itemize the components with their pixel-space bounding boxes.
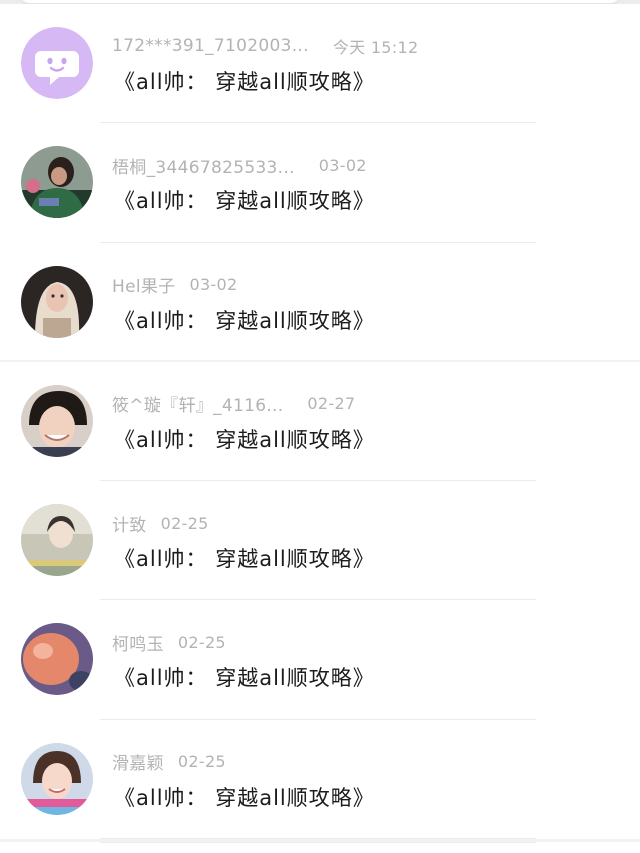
avatar[interactable] [21,384,93,457]
avatar[interactable] [21,27,93,99]
list-bottom-edge [0,842,640,853]
sender-name: 计致 [112,515,147,536]
message-meta: 滑嘉颖 02-25 [112,750,226,774]
message-time: 03-02 [318,155,367,175]
message-row[interactable]: 172***391_7102003... 今天 15:12 《all帅： 穿越a… [0,4,640,124]
message-meta: 梧桐_34467825533... 03-02 [112,153,367,178]
avatar[interactable] [21,146,93,219]
message-row[interactable]: 滑嘉颖 02-25 《all帅： 穿越all顺攻略》 [0,719,640,840]
sender-name: 梧桐_34467825533... [112,157,295,178]
message-row[interactable]: 柯鸣玉 02-25 《all帅： 穿越all顺攻略》 [0,600,640,720]
user-photo [21,384,93,457]
message-preview: 《all帅： 穿越all顺攻略》 [114,70,375,94]
row-divider [100,842,536,843]
avatar[interactable] [21,623,93,696]
sender-name: 172***391_7102003... [112,36,309,56]
message-preview: 《all帅： 穿越all顺攻略》 [114,547,375,572]
message-time: 02-27 [307,394,356,414]
message-preview: 《all帅： 穿越all顺攻略》 [114,666,375,691]
avatar[interactable] [21,265,93,338]
sender-name: 滑嘉颖 [112,754,164,775]
message-meta: 172***391_7102003... 今天 15:12 [112,34,418,58]
row-divider [100,838,536,840]
user-photo [21,265,93,338]
message-time: 今天 15:12 [332,38,419,57]
message-time: 02-25 [177,752,226,772]
user-photo [21,504,93,577]
message-time: 02-25 [160,513,209,533]
message-meta: 柯鸣玉 02-25 [112,630,226,655]
avatar[interactable] [21,504,93,577]
avatar[interactable] [21,742,93,815]
message-preview: 《all帅： 穿越all顺攻略》 [114,308,375,333]
message-meta: Hel果子 03-02 [112,273,237,297]
chat-bubble-face-icon [21,27,93,99]
user-photo [21,623,93,696]
user-photo [21,742,93,815]
message-preview: 《all帅： 穿越all顺攻略》 [114,427,375,452]
message-meta: 筱^璇『轩』_4116... 02-27 [112,392,355,416]
sender-name: 柯鸣玉 [112,634,164,655]
message-preview: 《all帅： 穿越all顺攻略》 [114,189,375,214]
message-row[interactable]: Hel果子 03-02 《all帅： 穿越all顺攻略》 [0,242,640,362]
message-preview: 《all帅： 穿越all顺攻略》 [114,785,375,810]
sender-name: 筱^璇『轩』_4116... [112,396,284,417]
message-time: 03-02 [189,275,238,295]
sender-name: Hel果子 [112,277,176,298]
message-list: 172***391_7102003... 今天 15:12 《all帅： 穿越a… [0,4,640,840]
user-photo [21,146,93,219]
message-row[interactable]: 计致 02-25 《all帅： 穿越all顺攻略》 [0,481,640,601]
message-time: 02-25 [177,632,226,652]
search-bar-edge [18,0,622,3]
message-row[interactable]: 筱^璇『轩』_4116... 02-27 《all帅： 穿越all顺攻略》 [0,361,640,482]
message-meta: 计致 02-25 [112,511,209,536]
message-row[interactable]: 梧桐_34467825533... 03-02 《all帅： 穿越all顺攻略》 [0,123,640,243]
